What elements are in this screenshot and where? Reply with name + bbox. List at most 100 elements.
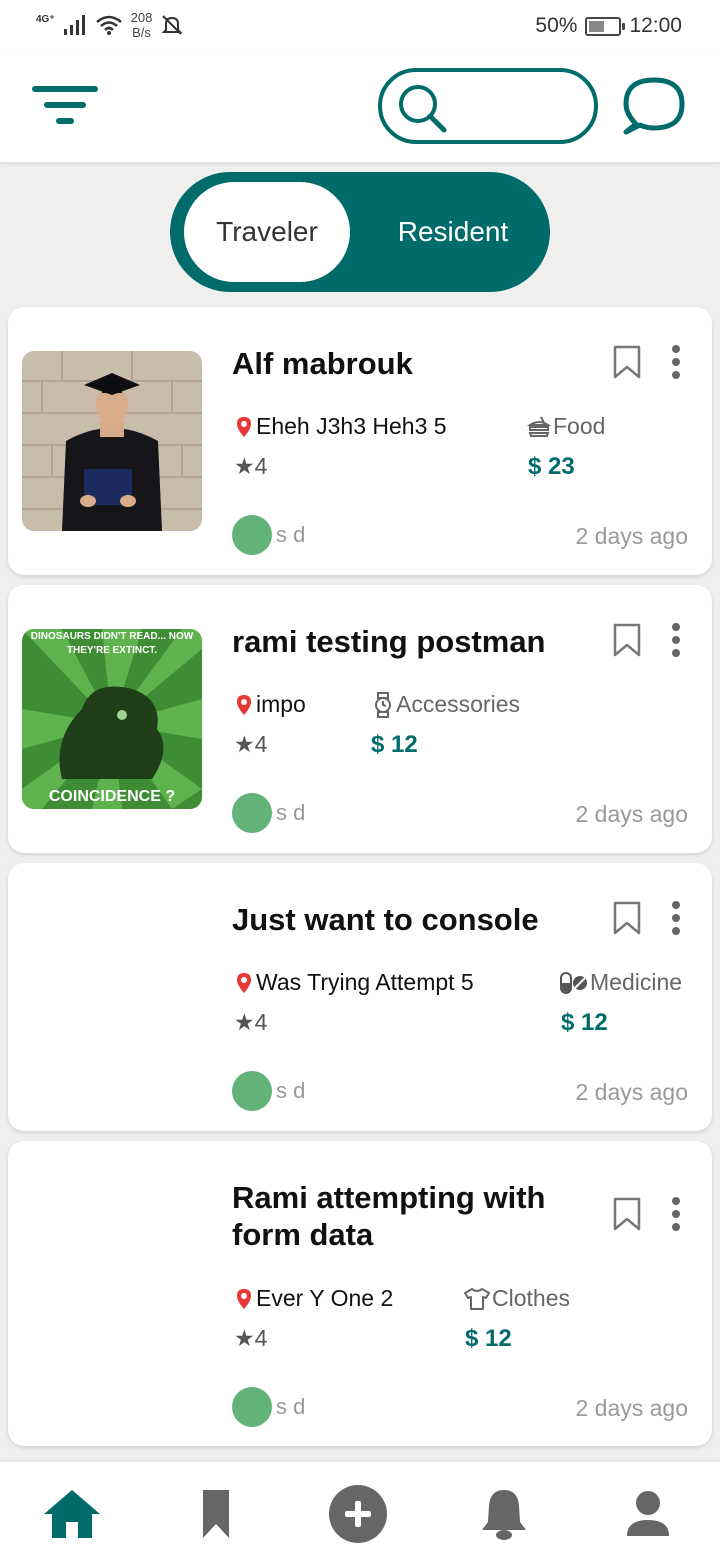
avatar xyxy=(232,1071,272,1111)
avatar xyxy=(232,515,272,555)
graduate-photo xyxy=(22,351,202,531)
author-name: s d xyxy=(276,800,306,825)
add-icon xyxy=(329,1485,387,1543)
more-options-button[interactable] xyxy=(666,901,686,941)
post-title: Rami attempting with form data xyxy=(232,1180,546,1252)
filter-button[interactable] xyxy=(30,86,100,130)
post-time: 2 days ago xyxy=(575,1395,688,1421)
post-price: $ 12 xyxy=(465,1325,512,1352)
location-pin-icon xyxy=(237,416,251,437)
post-price: $ 23 xyxy=(528,453,575,480)
mute-icon xyxy=(161,15,183,35)
author-name: s d xyxy=(276,1394,306,1419)
post-location: Was Trying Attempt 5 xyxy=(236,969,474,996)
bookmark-button[interactable] xyxy=(612,1197,642,1231)
bookmark-button[interactable] xyxy=(612,901,642,935)
meme-image: DINOSAURS DIDN'T READ... NOW THEY'RE EXT… xyxy=(22,629,202,809)
location-pin-icon xyxy=(237,1288,251,1309)
bookmark-button[interactable] xyxy=(612,345,642,379)
more-options-button[interactable] xyxy=(666,345,686,385)
post-category: Medicine xyxy=(560,969,682,996)
bell-icon xyxy=(482,1490,526,1540)
post-card[interactable]: Alf mabrouk Eheh J3h3 Heh3 5 Food ★4 $ 2… xyxy=(8,307,712,575)
speed-value: 208 xyxy=(130,10,153,25)
bookmark-icon xyxy=(203,1490,229,1538)
search-icon xyxy=(399,85,447,133)
filter-icon xyxy=(32,86,98,92)
post-rating: ★4 xyxy=(234,1325,268,1351)
post-card[interactable]: Rami attempting with form data Ever Y On… xyxy=(8,1141,712,1446)
post-thumbnail: DINOSAURS DIDN'T READ... NOW THEY'RE EXT… xyxy=(22,629,202,809)
post-time: 2 days ago xyxy=(575,1079,688,1105)
status-left: 4G⁺ 208 B/s xyxy=(36,10,184,40)
search-box[interactable] xyxy=(378,68,598,144)
post-location: Ever Y One 2 xyxy=(236,1285,393,1312)
toggle-resident[interactable]: Resident xyxy=(370,182,536,282)
location-pin-icon xyxy=(237,972,251,993)
nav-notifications[interactable] xyxy=(472,1484,536,1544)
post-title: Alf mabrouk xyxy=(232,346,413,381)
watch-icon xyxy=(375,691,391,718)
svg-text:THEY'RE EXTINCT.: THEY'RE EXTINCT. xyxy=(67,645,157,656)
nav-home[interactable] xyxy=(40,1484,104,1544)
nav-add[interactable] xyxy=(326,1484,390,1544)
nav-saved[interactable] xyxy=(184,1484,248,1544)
bookmark-button[interactable] xyxy=(612,623,642,657)
post-rating: ★4 xyxy=(234,731,268,757)
network-speed: 208 B/s xyxy=(131,10,153,40)
pill-icon xyxy=(560,971,587,994)
status-right: 50% 12:00 xyxy=(535,14,682,38)
category-text: Food xyxy=(553,413,606,439)
post-time: 2 days ago xyxy=(575,523,688,549)
wifi-icon xyxy=(95,15,122,35)
chat-button[interactable] xyxy=(622,74,686,140)
location-text: impo xyxy=(256,691,306,717)
category-text: Accessories xyxy=(396,691,520,717)
post-card[interactable]: Just want to console Was Trying Attempt … xyxy=(8,863,712,1131)
post-category: Clothes xyxy=(464,1285,570,1312)
category-text: Clothes xyxy=(492,1285,570,1311)
post-location: Eheh J3h3 Heh3 5 xyxy=(236,413,447,440)
toggle-traveler[interactable]: Traveler xyxy=(184,182,350,282)
more-options-button[interactable] xyxy=(666,1197,686,1237)
category-text: Medicine xyxy=(590,969,683,995)
speed-unit: B/s xyxy=(132,25,151,40)
post-time: 2 days ago xyxy=(575,801,688,827)
bookmark-icon xyxy=(613,1197,641,1231)
location-pin-icon xyxy=(237,694,251,715)
location-text: Was Trying Attempt 5 xyxy=(256,969,474,995)
author-name: s d xyxy=(276,1078,306,1103)
post-rating: ★4 xyxy=(234,453,268,479)
post-author: s d xyxy=(232,515,305,555)
location-text: Eheh J3h3 Heh3 5 xyxy=(256,413,447,439)
search-input[interactable] xyxy=(452,86,582,126)
app-header xyxy=(0,52,720,162)
post-card[interactable]: DINOSAURS DIDN'T READ... NOW THEY'RE EXT… xyxy=(8,585,712,853)
role-toggle: Traveler Resident xyxy=(170,172,550,292)
post-rating: ★4 xyxy=(234,1009,268,1035)
chat-icon xyxy=(623,77,685,135)
bottom-navigation xyxy=(0,1462,720,1560)
post-location: impo xyxy=(236,691,306,718)
avatar xyxy=(232,793,272,833)
post-category: Accessories xyxy=(372,691,520,718)
food-icon xyxy=(527,416,551,437)
nav-profile[interactable] xyxy=(616,1484,680,1544)
more-options-button[interactable] xyxy=(666,623,686,663)
post-author: s d xyxy=(232,793,305,833)
home-icon xyxy=(44,1490,100,1538)
profile-icon xyxy=(627,1491,669,1536)
signal-icon xyxy=(63,15,85,35)
bookmark-icon xyxy=(613,901,641,935)
avatar xyxy=(232,1387,272,1427)
bookmark-icon xyxy=(613,345,641,379)
post-price: $ 12 xyxy=(371,731,418,758)
shirt-icon xyxy=(464,1287,490,1310)
post-title: Just want to console xyxy=(232,902,539,937)
post-author: s d xyxy=(232,1387,305,1427)
battery-icon xyxy=(585,16,626,36)
network-type: 4G⁺ xyxy=(36,13,55,25)
location-text: Ever Y One 2 xyxy=(256,1285,394,1311)
post-title: rami testing postman xyxy=(232,624,546,659)
battery-percent: 50% xyxy=(535,14,578,37)
